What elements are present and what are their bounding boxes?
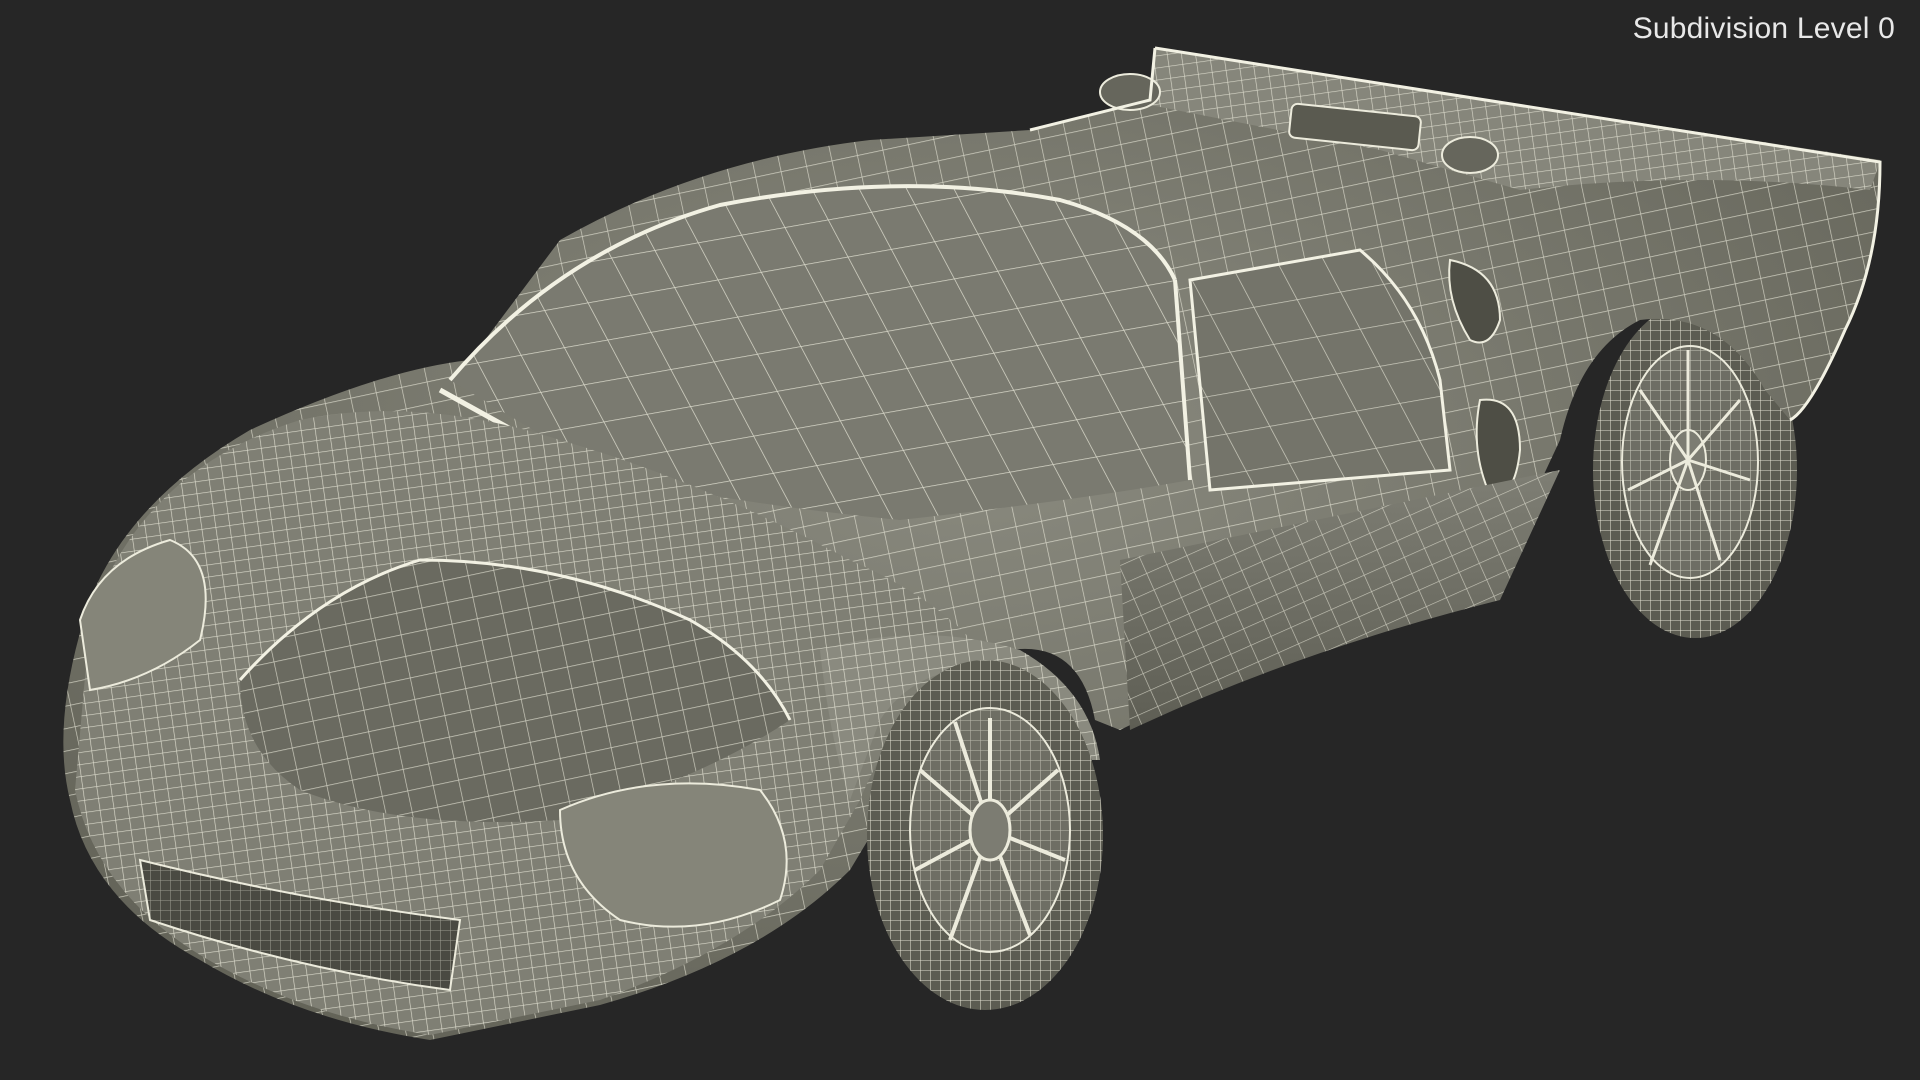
render-viewport: Subdivision Level 0 [0, 0, 1920, 1080]
subdivision-level-label: Subdivision Level 0 [1632, 12, 1895, 45]
car-wireframe-model [63, 46, 1882, 1040]
front-wheel [867, 660, 1103, 1010]
